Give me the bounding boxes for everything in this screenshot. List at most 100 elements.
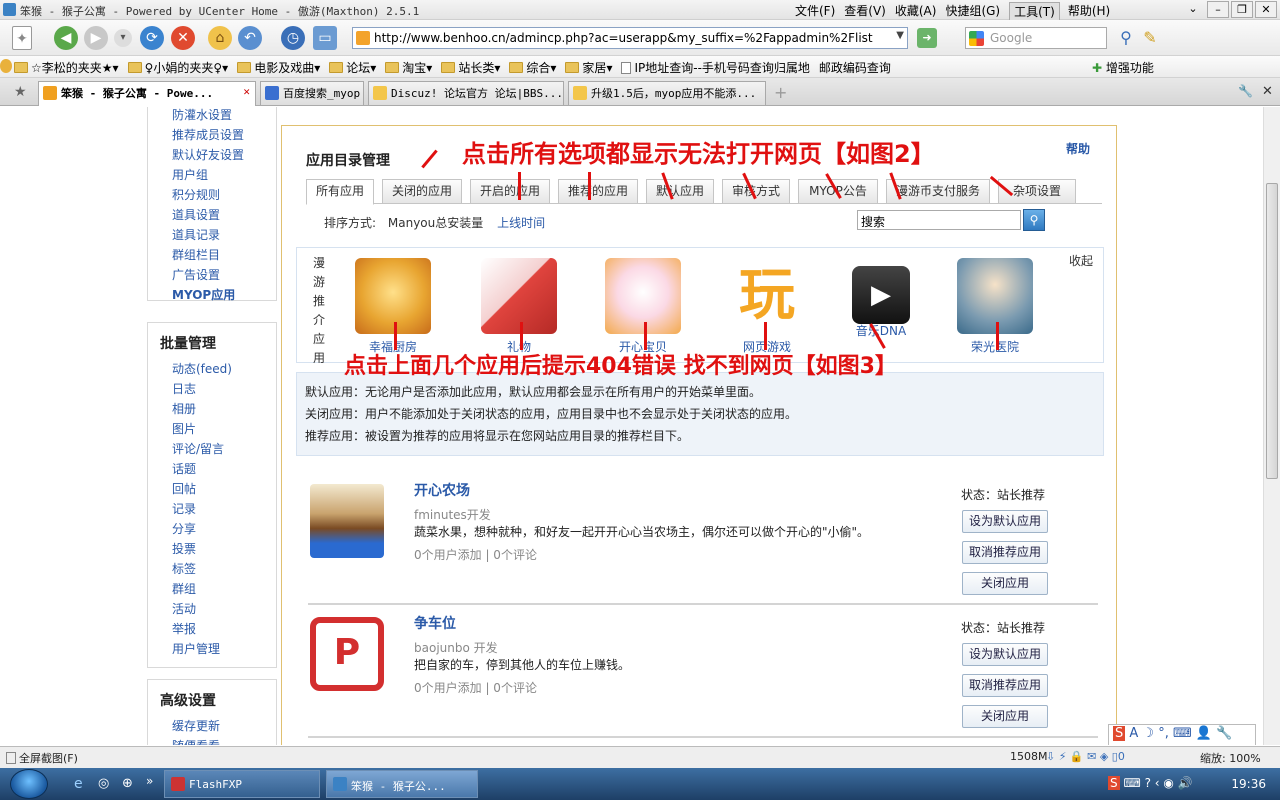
close-window-icon[interactable]: ✕ [1255,1,1277,18]
quicklaunch-icon[interactable]: ◎ [98,776,109,791]
zoom-level[interactable]: 缩放: 100% [1200,750,1261,766]
address-url[interactable]: http://www.benhoo.cn/admincp.php?ac=user… [374,31,873,45]
search-icon[interactable]: ⚲ [1023,209,1045,231]
set-default-button[interactable]: 设为默认应用 [962,510,1048,533]
sidebar-item[interactable]: 投票 [148,539,276,559]
menu-favorites[interactable]: 收藏(A) [895,2,946,21]
app-name[interactable]: 争车位 [414,613,456,633]
app-search-input[interactable]: 搜索 [857,210,1021,230]
forward-icon[interactable]: ▶ [84,26,108,50]
fav-folder[interactable]: 淘宝 ▾ [385,59,432,76]
taskbar-item-browser[interactable]: 笨猴 - 猴子公... [326,770,478,798]
sidebar-item[interactable]: 举报 [148,619,276,639]
sidebar-item[interactable]: 标签 [148,559,276,579]
undo-close-icon[interactable]: ↶ [238,26,262,50]
sidebar-item[interactable]: 积分规则 [148,185,276,205]
fav-folder[interactable]: 家居 ▾ [565,59,612,76]
browser-tab-4[interactable]: 升级1.5后，myop应用不能添... [568,81,766,105]
farm-logo-icon[interactable] [310,484,384,558]
menu-tools[interactable]: 工具(T) [1009,2,1060,21]
tab-open-apps[interactable]: 开启的应用 [470,179,550,204]
play-button-icon[interactable]: ▶ [852,266,910,324]
close-tab-icon[interactable]: ✕ [1262,84,1273,99]
refresh-icon[interactable]: ⟳ [140,26,164,50]
gift-icon[interactable] [481,258,557,334]
sidebar-item[interactable]: 群组 [148,579,276,599]
sidebar-item[interactable]: 推荐成员设置 [148,125,276,145]
fav-folder[interactable]: ☆李松的夹夹★ ▾ [14,59,119,76]
rabbit-icon[interactable] [605,258,681,334]
go-icon[interactable]: ➜ [917,28,937,48]
rec-app[interactable]: ▶ 音乐DNA [843,258,919,339]
play-character-icon[interactable]: 玩 [729,258,805,334]
sidebar-item[interactable]: 防灌水设置 [148,107,276,125]
fullscreen-capture[interactable]: 全屏截图(F) [6,750,78,766]
fav-folder[interactable]: 综合 ▾ [509,59,556,76]
search-placeholder[interactable]: Google [990,31,1032,45]
new-page-icon[interactable]: ✦ [12,26,32,50]
help-link[interactable]: 帮助 [1066,140,1090,157]
fav-folder[interactable]: 论坛 ▾ [329,59,376,76]
ie-icon[interactable]: e [74,776,83,792]
menu-quickgroup[interactable]: 快捷组(G) [945,2,1009,21]
app-name[interactable]: 开心农场 [414,480,470,500]
parking-logo-icon[interactable]: P [310,617,384,691]
new-tab-icon[interactable]: + [774,83,787,102]
fav-folder[interactable]: 站长类 ▾ [441,59,500,76]
chef-icon[interactable] [355,258,431,334]
sidebar-item[interactable]: 活动 [148,599,276,619]
set-default-button[interactable]: 设为默认应用 [962,643,1048,666]
chevron-right-icon[interactable]: » [146,774,153,788]
browser-tab-1[interactable]: 笨猴 - 猴子公寓 - Powe... ✕ [38,81,256,106]
close-app-button[interactable]: 关闭应用 [962,705,1048,728]
enhance-features[interactable]: ✚ 增强功能 [1092,59,1154,76]
sidebar-item[interactable]: 默认好友设置 [148,145,276,165]
chevron-down-icon[interactable]: ▼ [896,30,904,41]
sidebar-item[interactable]: 评论/留言 [148,439,276,459]
tab-coin-payment[interactable]: 漫游币支付服务 [886,179,990,204]
stop-icon[interactable]: ✕ [171,26,195,50]
restore-icon[interactable]: ❐ [1231,1,1253,18]
history-dropdown-icon[interactable]: ▾ [114,29,132,47]
tab-all-apps[interactable]: 所有应用 [306,179,374,205]
sidebar-item[interactable]: 缓存更新 [148,716,276,736]
clock[interactable]: 19:36 [1231,777,1266,791]
sort-by-installs[interactable]: Manyou总安装量 [388,216,483,230]
fav-link[interactable]: 邮政编码查询 [819,59,891,76]
sidebar-item[interactable]: 广告设置 [148,265,276,285]
search-icon[interactable]: ⚲ [1114,26,1138,50]
fav-folder[interactable]: ♀小娟的夹夹♀ ▾ [127,59,228,76]
sidebar-item[interactable]: 话题 [148,459,276,479]
sidebar-item[interactable]: 用户管理 [148,639,276,659]
screen-icon[interactable]: ▭ [313,26,337,50]
tab-review-mode[interactable]: 审核方式 [722,179,790,204]
sidebar-item[interactable]: 分享 [148,519,276,539]
sidebar-item[interactable]: 道具记录 [148,225,276,245]
sidebar-item[interactable]: 图片 [148,419,276,439]
tab-closed-apps[interactable]: 关闭的应用 [382,179,462,204]
sidebar-item-myop[interactable]: MYOP应用 [148,285,276,305]
home-icon[interactable]: ⌂ [208,26,232,50]
wrench-icon[interactable]: 🔧 [1238,84,1253,98]
highlight-icon[interactable]: ✎ [1138,26,1162,50]
rec-app[interactable]: 幸福厨房 [355,258,431,355]
scrollbar-thumb[interactable] [1266,183,1278,479]
collapse-link[interactable]: 收起 [1069,252,1093,269]
sidebar-item[interactable]: 回帖 [148,479,276,499]
rec-app[interactable]: 开心宝贝 [605,258,681,355]
cancel-recommend-button[interactable]: 取消推荐应用 [962,541,1048,564]
back-icon[interactable]: ◀ [54,26,78,50]
nurse-icon[interactable] [957,258,1033,334]
chevron-down-icon[interactable]: ⌄ [1182,1,1204,18]
sidebar-item[interactable]: 道具设置 [148,205,276,225]
sidebar-item[interactable]: 随便看看 [148,736,276,745]
start-button[interactable] [10,769,48,799]
clock-icon[interactable]: ◷ [281,26,305,50]
sidebar-item[interactable]: 相册 [148,399,276,419]
tab-default-apps[interactable]: 默认应用 [646,179,714,204]
ime-toolbar[interactable]: S A ☽ °, ⌨ 👤 🔧 [1108,724,1256,745]
search-engine-box[interactable]: Google [965,27,1107,49]
rec-app[interactable]: 玩 网页游戏 [729,258,805,355]
status-icons[interactable]: ⇩ ⚡ 🔒 ✉ ◈ ▯0 [1046,750,1125,763]
sidebar-item[interactable]: 日志 [148,379,276,399]
